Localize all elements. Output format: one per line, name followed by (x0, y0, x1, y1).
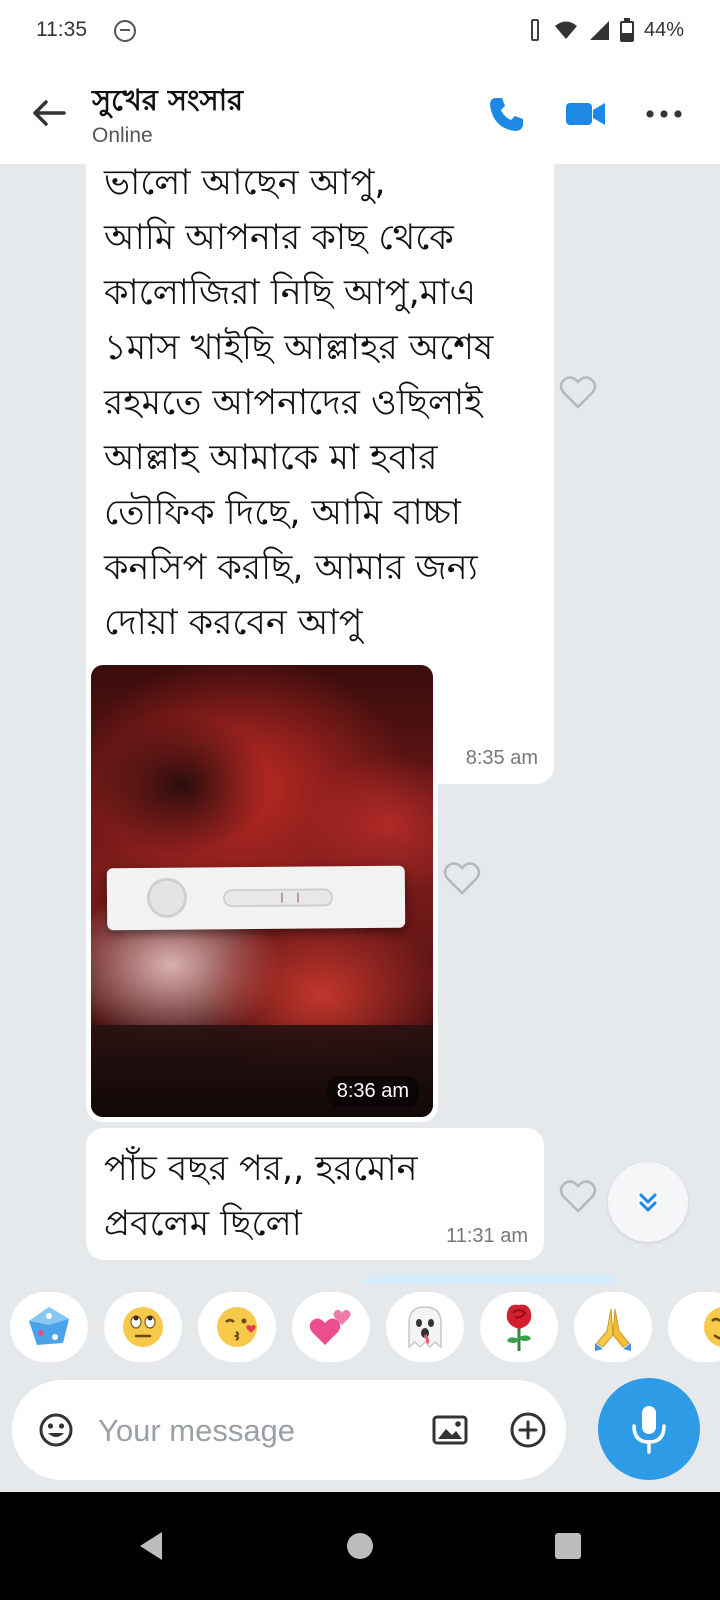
rose-emoji-button[interactable] (480, 1292, 558, 1362)
quick-reaction-bar (0, 1284, 720, 1370)
chat-header: সুখের সংসার Online (0, 62, 720, 164)
microphone-button[interactable] (598, 1378, 700, 1480)
status-icons: 44% (526, 16, 684, 44)
battery-icon (619, 18, 634, 42)
wink-emoji-button[interactable] (668, 1292, 720, 1362)
pregnancy-test-strip (106, 865, 406, 931)
photo-message[interactable]: 8:36 am (86, 660, 438, 1122)
message-input[interactable] (96, 1404, 400, 1458)
heart-react-icon[interactable] (442, 860, 482, 896)
gallery-icon[interactable] (430, 1410, 470, 1450)
kiss-emoji-button[interactable] (198, 1292, 276, 1362)
wifi-icon (554, 21, 577, 39)
message-bubble-incoming[interactable]: পাঁচ বছর পর,, হরমোন প্রবলেম ছিলো 11:31 a… (86, 1128, 544, 1260)
folded-hands-emoji-button[interactable] (574, 1292, 652, 1362)
system-navigation-bar (0, 1492, 720, 1600)
heart-react-icon[interactable] (558, 1178, 598, 1214)
video-call-icon[interactable] (562, 90, 610, 138)
back-arrow-icon[interactable] (26, 90, 72, 136)
dice-icon (29, 1307, 69, 1345)
status-bar: 11:35 44% (0, 0, 720, 62)
wink-icon (704, 1307, 720, 1347)
vibrate-icon (526, 18, 544, 42)
message-time: 11:31 am (446, 1225, 528, 1247)
signal-icon (589, 21, 609, 40)
status-time: 11:35 (36, 18, 87, 41)
message-list[interactable]: ভালো আছেন আপু, আমি আপনার কাছ থেকে কালোজি… (0, 164, 720, 1306)
add-icon[interactable] (508, 1410, 548, 1450)
battery-level (621, 33, 632, 40)
battery-percent: 44% (643, 18, 684, 41)
chevron-double-down-icon (639, 1193, 657, 1212)
heart-react-icon[interactable] (558, 374, 598, 410)
notification-icon (114, 20, 136, 42)
more-options-icon[interactable] (640, 90, 688, 138)
back-triangle-icon[interactable] (128, 1522, 176, 1570)
recents-square-icon[interactable] (544, 1522, 592, 1570)
message-text: ভালো আছেন আপু, আমি আপনার কাছ থেকে কালোজি… (104, 164, 494, 643)
eye-roll-emoji-button[interactable] (104, 1292, 182, 1362)
folded-hands-icon (595, 1308, 631, 1351)
message-input-container (12, 1380, 566, 1480)
dice-emoji-button[interactable] (10, 1292, 88, 1362)
kiss-icon (217, 1307, 257, 1347)
rose-icon (506, 1304, 532, 1351)
chat-title[interactable]: সুখের সংসার (92, 78, 243, 127)
online-status: Online (92, 124, 153, 147)
phone-call-icon[interactable] (482, 90, 530, 138)
eye-roll-icon (123, 1307, 163, 1347)
hearts-icon (309, 1309, 351, 1345)
ghost-emoji-button[interactable] (386, 1292, 464, 1362)
message-composer (0, 1368, 720, 1492)
scroll-to-bottom-button[interactable] (608, 1162, 688, 1242)
hearts-emoji-button[interactable] (292, 1292, 370, 1362)
emoji-icon[interactable] (38, 1412, 74, 1448)
home-circle-icon[interactable] (336, 1522, 384, 1570)
message-time: 8:35 am (465, 747, 538, 769)
microphone-icon (632, 1406, 666, 1454)
shared-photo[interactable]: 8:36 am (91, 665, 433, 1117)
message-time: 8:36 am (326, 1076, 419, 1107)
ghost-icon (408, 1306, 442, 1349)
